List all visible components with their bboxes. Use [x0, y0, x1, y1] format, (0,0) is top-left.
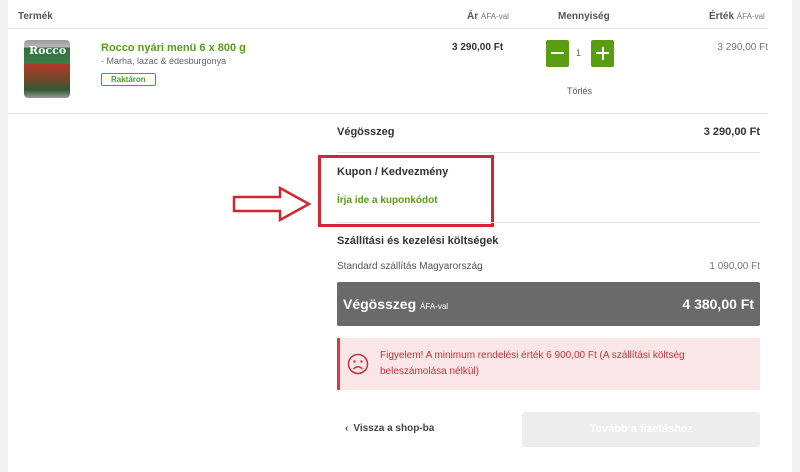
chevron-left-icon: ‹	[345, 423, 349, 434]
total-label: Végösszeg ÁFA-val	[343, 296, 449, 312]
coupon-divider	[337, 222, 760, 223]
shipping-method: Standard szállítás Magyarország	[337, 261, 483, 272]
back-to-shop-link[interactable]: ‹ Vissza a shop-ba	[345, 423, 434, 434]
header-quantity: Mennyiség	[558, 11, 610, 22]
product-line-value: 3 290,00 Ft	[717, 42, 768, 53]
header-value: Érték ÁFA-val	[709, 11, 765, 22]
coupon-title: Kupon / Kedvezmény	[337, 166, 449, 178]
product-variant: - Marha, lazac & édesburgonya	[101, 56, 227, 66]
header-divider	[8, 28, 768, 29]
plus-icon-vertical	[601, 46, 604, 60]
product-name-link[interactable]: Rocco nyári menü 6 x 800 g	[101, 42, 246, 54]
increase-quantity-button[interactable]	[591, 40, 614, 67]
shipping-cost: 1 090,00 Ft	[709, 261, 760, 272]
subtotal-value: 3 290,00 Ft	[703, 126, 760, 138]
product-price: 3 290,00 Ft	[452, 42, 504, 53]
header-product: Termék	[18, 11, 53, 22]
coupon-code-link[interactable]: Írja ide a kuponkódot	[337, 195, 438, 206]
right-arrow-icon	[232, 185, 312, 223]
quantity-value[interactable]: 1	[576, 48, 581, 58]
minus-icon	[551, 52, 564, 54]
product-divider	[8, 113, 768, 114]
total-value: 4 380,00 Ft	[682, 296, 754, 312]
warning-text: Figyelem! A minimum rendelési érték 6 90…	[380, 350, 685, 377]
decrease-quantity-button[interactable]	[546, 40, 569, 67]
stock-badge: Raktáron	[101, 73, 156, 86]
proceed-to-checkout-button[interactable]: Tovább a fizetéshez	[522, 412, 760, 447]
subtotal-label: Végösszeg	[337, 126, 395, 138]
shipping-title: Szállítási és kezelési költségek	[337, 235, 499, 247]
sad-face-icon	[347, 353, 369, 375]
product-image-brand: Rocco	[29, 44, 67, 57]
delete-link[interactable]: Törlés	[567, 86, 592, 96]
header-price: Ár ÁFA-val	[467, 11, 509, 22]
subtotal-divider	[337, 152, 760, 153]
